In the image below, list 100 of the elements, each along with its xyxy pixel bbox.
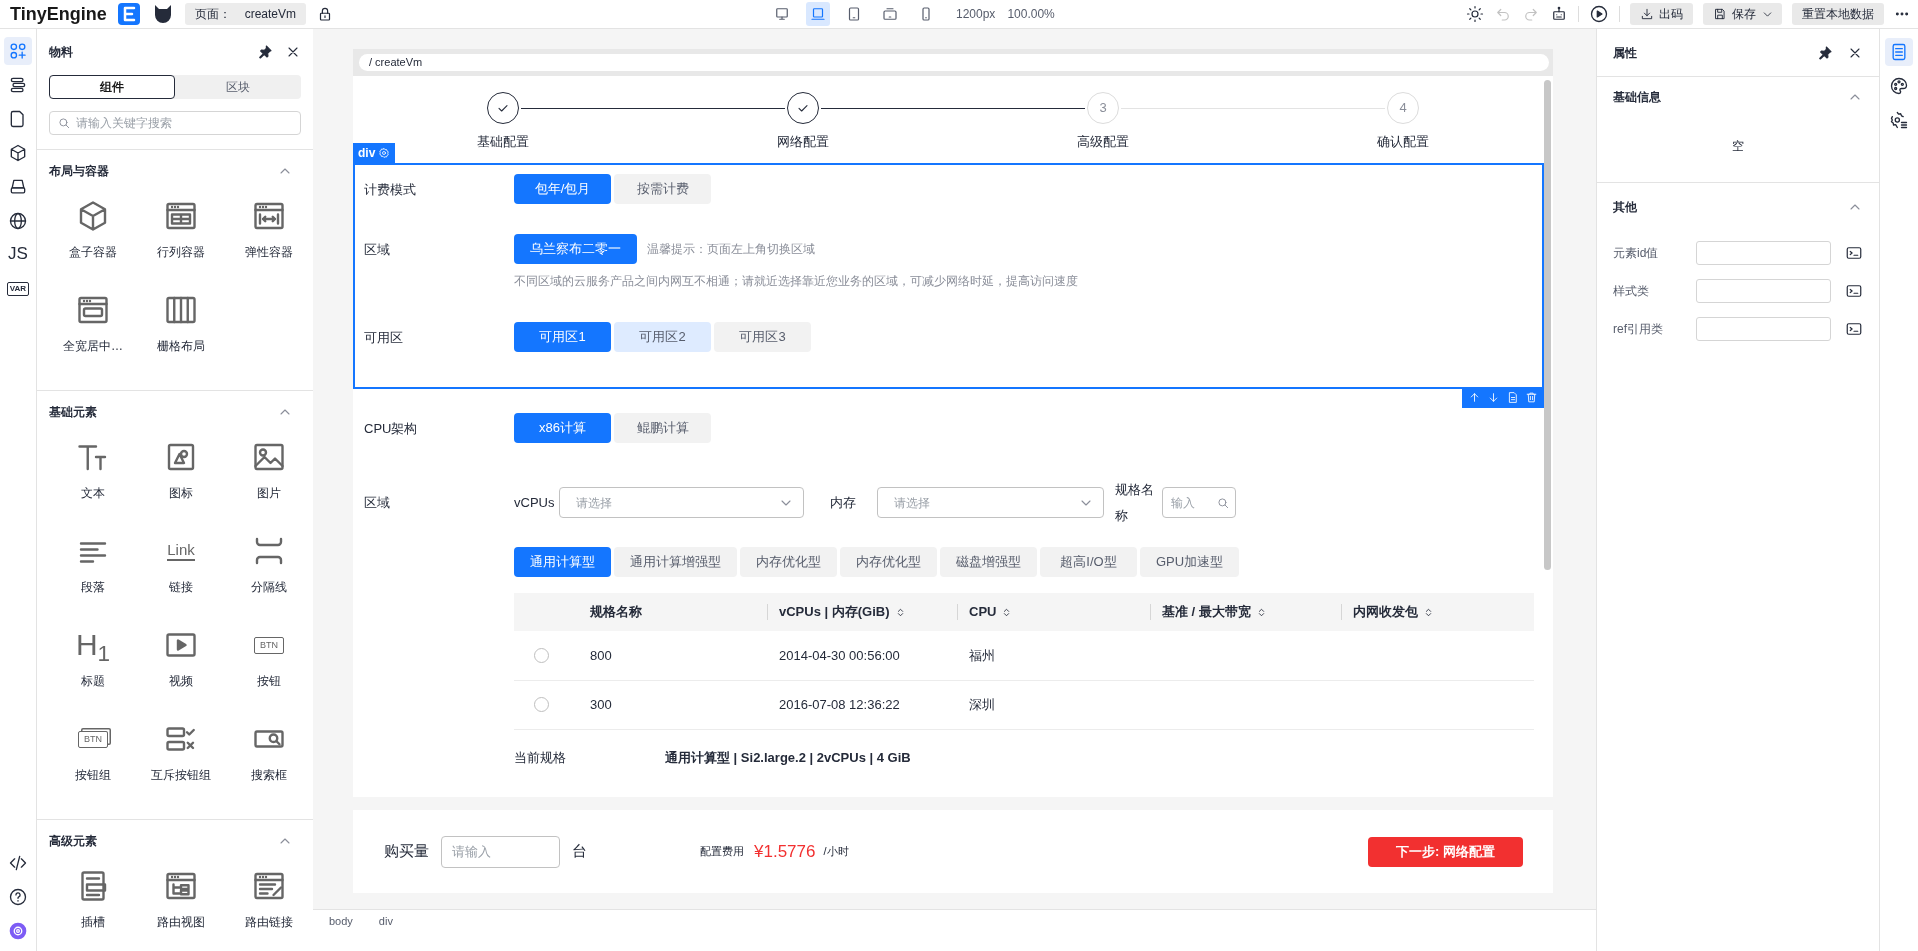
option-button[interactable]: GPU加速型 [1140,547,1240,577]
component-item[interactable]: 分隔线 [225,533,313,627]
breadcrumb-item[interactable]: body [329,913,353,930]
search-icon [57,116,71,130]
field-label: 购买量 [384,841,429,862]
pin-icon[interactable] [1817,44,1833,61]
step-label: 高级配置 [1077,133,1129,151]
table-cell: 2016-07-08 12:36:22 [779,696,900,712]
tab[interactable]: 组件 [49,75,175,99]
next-step-button[interactable]: 下一步: 网络配置 [1368,836,1523,867]
option-button[interactable]: 内存优化型 [740,547,837,577]
component-item[interactable]: 插槽 [49,868,137,951]
component-item[interactable]: 栅格布局 [137,292,225,386]
delete-icon[interactable] [1525,391,1538,404]
step-circle: 4 [1387,92,1419,124]
panel-title: 物料 [49,44,73,61]
component-item[interactable]: 路由视图 [137,868,225,951]
script-tab[interactable]: JS [6,241,30,267]
component-item[interactable]: 图标 [137,439,225,533]
field-label: 区域 [364,494,391,512]
search-field[interactable]: 输入 [1162,487,1236,518]
components-icon[interactable] [4,37,32,65]
field-label: 可用区 [364,329,404,347]
component-item[interactable]: BTN 按钮 [225,627,313,721]
pin-icon[interactable] [257,44,273,60]
option-button[interactable]: 通用计算增强型 [614,547,737,577]
field-label: CPU架构 [364,420,419,438]
option-button[interactable]: 通用计算型 [514,547,611,577]
option-button[interactable]: x86计算 [514,413,611,443]
field-label: 计费模式 [364,181,417,199]
option-button[interactable]: 内存优化型 [840,547,937,577]
page-selector[interactable]: 页面： createVm [184,3,307,25]
component-item[interactable]: 路由链接 [225,868,313,951]
component-item[interactable]: 行列容器 [137,198,225,292]
option-button[interactable]: 鲲鹏计算 [614,413,711,443]
tab[interactable]: 区块 [175,75,301,99]
table-cell: 300 [590,696,612,712]
field-label: ref引用类 [1613,321,1664,338]
step-label: 基础配置 [477,133,529,151]
selection-badge[interactable]: div [353,143,396,163]
robot-icon[interactable] [1550,5,1568,23]
play-icon[interactable] [1589,4,1609,24]
breadcrumb-item[interactable]: div [378,913,393,930]
address-bar: / createVm [359,54,1549,71]
component-item[interactable]: 图片 [225,439,313,533]
component-item[interactable]: 全宽居中… [49,292,137,386]
property-field[interactable] [1696,279,1831,303]
component-item[interactable]: Link 链接 [137,533,225,627]
option-button[interactable]: 包年/包月 [514,174,611,204]
spec-summary: 通用计算型 | Si2.large.2 | 2vCPUs | 4 GiB [665,748,911,767]
component-item[interactable]: H$_{1}$ 标题 [49,627,137,721]
save-button[interactable]: 保存 [1703,3,1782,25]
logo-icon[interactable] [116,2,141,26]
save-icon [1713,7,1727,21]
component-item[interactable]: 搜索框 [225,721,313,815]
fee-label: 配置费用 [700,844,744,860]
component-item[interactable]: 文本 [49,439,137,533]
option-button[interactable]: 按需计费 [614,174,711,204]
section-title: 高级元素 [49,833,97,850]
unit-label: /小时 [823,844,849,860]
price-text: ¥1.5776 [754,840,816,863]
step-label: 确认配置 [1377,133,1429,151]
component-item[interactable]: 弹性容器 [225,198,313,292]
laptop-icon[interactable] [806,2,830,26]
property-field[interactable] [1696,317,1831,341]
gear-icon[interactable] [378,147,391,159]
field-label: 样式类 [1613,283,1650,300]
option-button[interactable]: 可用区2 [614,322,711,352]
property-field[interactable] [1696,241,1831,265]
variable-tab[interactable]: VAR [6,282,30,296]
component-item[interactable]: 互斥按钮组 [137,721,225,815]
arrow-down-icon[interactable] [1487,391,1500,404]
unit-label: 台 [572,841,587,862]
quantity-field[interactable]: 请输入 [441,835,560,868]
button-icon: BTN [254,636,284,654]
reset-button[interactable]: 重置本地数据 [1792,3,1884,25]
option-button[interactable]: 乌兰察布二零一 [514,234,637,264]
select-field[interactable]: 请选择 [559,487,804,518]
terminal-icon[interactable] [1845,282,1863,300]
arrow-up-icon[interactable] [1468,391,1481,404]
component-item[interactable]: 段落 [49,533,137,627]
terminal-icon[interactable] [1845,320,1863,338]
component-item[interactable]: BTN 按钮组 [49,721,137,815]
option-button[interactable]: 可用区3 [714,322,811,352]
select-field[interactable]: 请选择 [877,487,1104,518]
copy-icon[interactable] [1506,391,1519,404]
document-icon[interactable] [1885,38,1913,66]
column-header[interactable]: CPU [969,602,1014,622]
option-button[interactable]: 超高I/O型 [1040,547,1137,577]
section-title: 基础元素 [49,404,97,421]
component-item[interactable]: 盒子容器 [49,198,137,292]
panel-title: 属性 [1613,44,1637,62]
export-code-button[interactable]: 出码 [1630,3,1693,25]
sun-icon[interactable] [1466,5,1484,23]
option-button[interactable]: 磁盘增强型 [940,547,1037,577]
search-icon [1216,495,1230,510]
component-item[interactable]: 视频 [137,627,225,721]
terminal-icon[interactable] [1845,244,1863,262]
option-button[interactable]: 可用区1 [514,322,611,352]
search-field[interactable]: 请输入关键字搜索 [49,111,301,135]
